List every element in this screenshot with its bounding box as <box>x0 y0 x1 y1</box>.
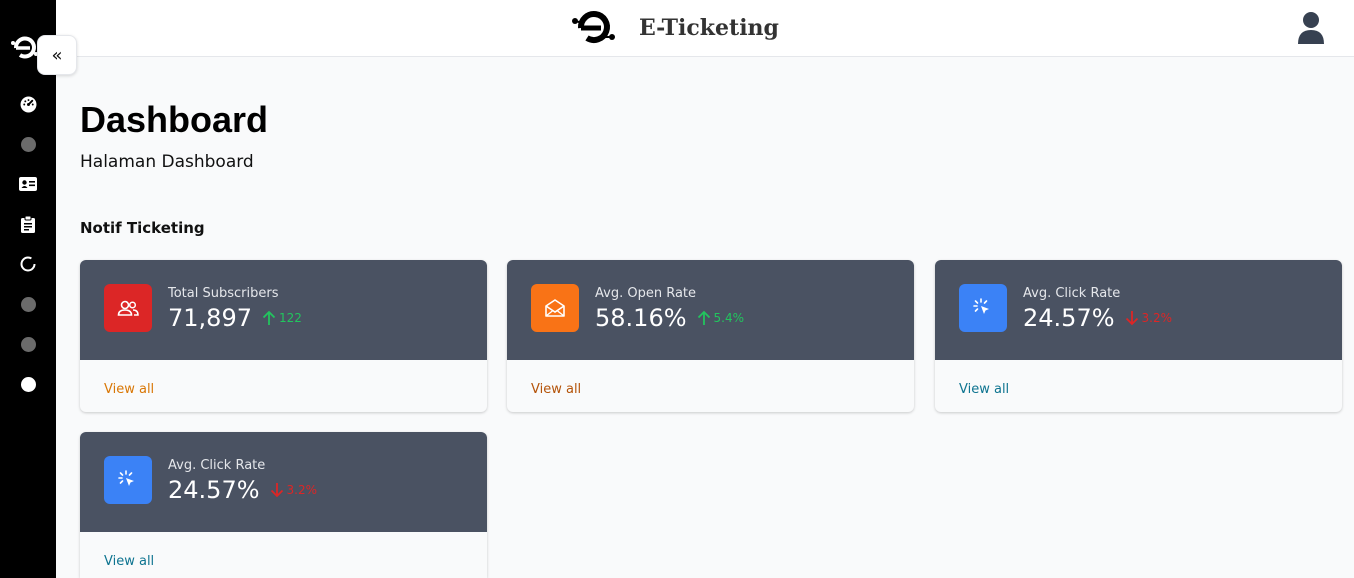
card-value: 24.57% <box>1023 304 1115 332</box>
clipboard-icon <box>21 215 35 233</box>
stat-card-avg-open-rate: Avg. Open Rate 58.16% 5.4% View all <box>507 260 914 412</box>
card-value-row: 71,897 122 <box>168 304 302 332</box>
card-icon-box <box>104 456 152 504</box>
trend-value: 3.2% <box>286 483 318 497</box>
trend-value: 3.2% <box>1141 311 1173 325</box>
card-header: Avg. Open Rate 58.16% 5.4% <box>507 260 914 360</box>
trend-indicator: 5.4% <box>697 310 745 326</box>
arrow-up-icon <box>262 310 276 325</box>
cursor-click-icon <box>118 470 134 486</box>
trend-indicator: 122 <box>262 310 302 326</box>
card-label: Avg. Open Rate <box>595 286 697 301</box>
sidebar-item-6[interactable] <box>18 294 38 314</box>
id-card-icon <box>19 177 37 191</box>
users-icon <box>117 300 139 316</box>
card-icon-box <box>959 284 1007 332</box>
card-footer: View all <box>507 360 914 412</box>
view-all-link[interactable]: View all <box>104 382 154 397</box>
page-title: Dashboard <box>80 99 269 140</box>
card-label: Avg. Click Rate <box>168 458 266 473</box>
user-avatar-icon[interactable] <box>1296 10 1326 46</box>
arrow-down-icon <box>270 483 283 498</box>
brand-title: E-Ticketing <box>639 15 779 41</box>
double-chevron-left-icon: « <box>51 44 63 66</box>
view-all-link[interactable]: View all <box>959 382 1009 397</box>
arrow-up-icon <box>697 310 710 325</box>
page-subtitle: Halaman Dashboard <box>80 152 254 172</box>
circle-icon <box>20 376 36 392</box>
card-value: 24.57% <box>168 476 260 504</box>
cursor-click-icon <box>973 298 989 314</box>
card-footer: View all <box>935 360 1342 412</box>
card-icon-box <box>531 284 579 332</box>
card-value-row: 24.57% 3.2% <box>168 476 317 504</box>
view-all-link[interactable]: View all <box>104 554 154 569</box>
loading-circle-icon <box>20 256 36 272</box>
card-value: 58.16% <box>595 304 687 332</box>
app-logo-icon[interactable] <box>10 34 40 62</box>
sidebar-collapse-button[interactable]: « <box>37 35 77 75</box>
card-value: 71,897 <box>168 304 252 332</box>
circle-icon <box>20 296 36 312</box>
trend-indicator: 3.2% <box>270 482 318 498</box>
card-label: Total Subscribers <box>168 286 279 301</box>
brand-logo-icon <box>572 11 615 43</box>
envelope-open-icon <box>545 299 565 317</box>
sidebar <box>0 0 56 578</box>
dashboard-icon <box>20 96 36 112</box>
card-footer: View all <box>80 360 487 412</box>
card-header: Avg. Click Rate 24.57% 3.2% <box>80 432 487 532</box>
card-icon-box <box>104 284 152 332</box>
card-header: Avg. Click Rate 24.57% 3.2% <box>935 260 1342 360</box>
stat-card-avg-click-rate-2: Avg. Click Rate 24.57% 3.2% View all <box>80 432 487 578</box>
sidebar-item-loading[interactable] <box>18 254 38 274</box>
brand[interactable]: E-Ticketing <box>571 8 779 48</box>
card-label: Avg. Click Rate <box>1023 286 1121 301</box>
card-footer: View all <box>80 532 487 578</box>
section-label: Notif Ticketing <box>80 219 205 237</box>
trend-value: 122 <box>278 311 302 325</box>
card-value-row: 58.16% 5.4% <box>595 304 744 332</box>
sidebar-item-7[interactable] <box>18 334 38 354</box>
arrow-down-icon <box>1125 311 1138 326</box>
view-all-link[interactable]: View all <box>531 382 581 397</box>
sidebar-item-dashboard[interactable] <box>18 94 38 114</box>
sidebar-item-id-card[interactable] <box>18 174 38 194</box>
trend-value: 5.4% <box>713 311 745 325</box>
card-header: Total Subscribers 71,897 122 <box>80 260 487 360</box>
top-navbar: E-Ticketing <box>56 0 1354 57</box>
circle-icon <box>20 136 36 152</box>
stat-card-avg-click-rate: Avg. Click Rate 24.57% 3.2% View all <box>935 260 1342 412</box>
sidebar-item-2[interactable] <box>18 134 38 154</box>
circle-icon <box>20 336 36 352</box>
card-value-row: 24.57% 3.2% <box>1023 304 1172 332</box>
trend-indicator: 3.2% <box>1125 310 1173 326</box>
stat-card-total-subscribers: Total Subscribers 71,897 122 View all <box>80 260 487 412</box>
sidebar-item-8[interactable] <box>18 374 38 394</box>
sidebar-item-clipboard[interactable] <box>18 214 38 234</box>
